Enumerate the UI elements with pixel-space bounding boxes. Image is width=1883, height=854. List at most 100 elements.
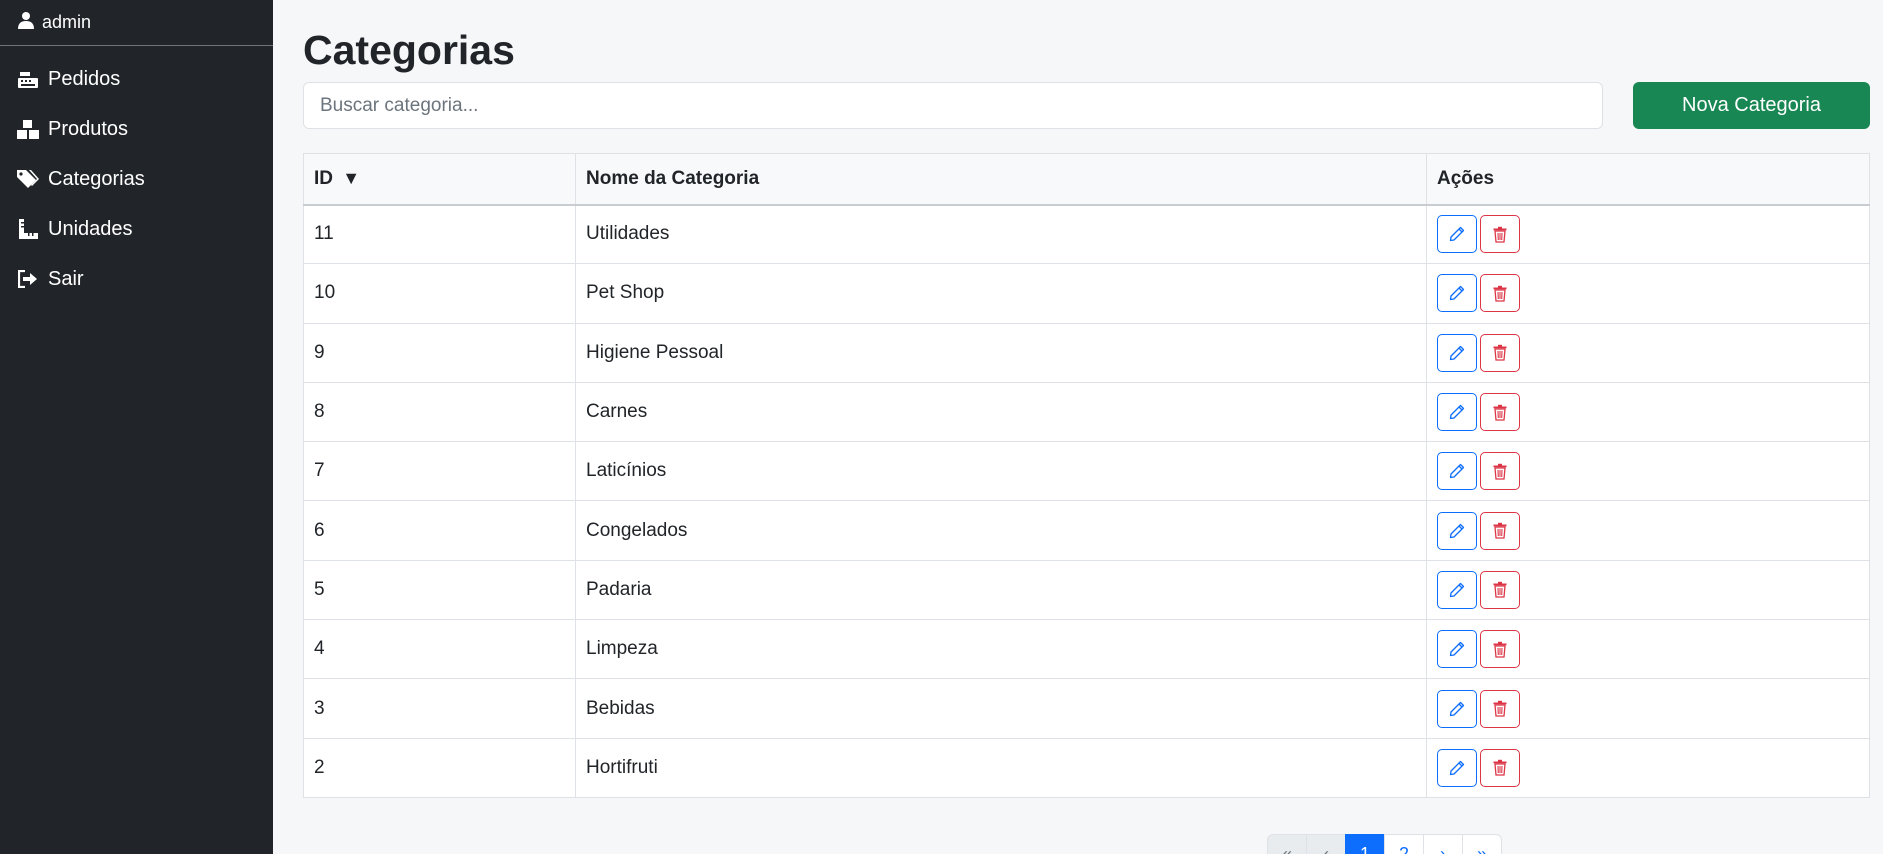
trash-icon (1492, 344, 1508, 361)
trash-icon (1492, 226, 1508, 243)
pencil-icon (1449, 523, 1465, 539)
column-header-name: Nome da Categoria (575, 153, 1427, 206)
delete-button[interactable] (1480, 689, 1520, 728)
cell-name: Hortifruti (575, 737, 1427, 798)
sign-out-icon (17, 268, 39, 290)
cell-actions (1426, 322, 1870, 383)
sidebar-item-produtos[interactable]: Produtos (0, 104, 273, 154)
pencil-icon (1449, 701, 1465, 717)
pencil-icon (1449, 404, 1465, 420)
cell-actions (1426, 500, 1870, 561)
boxes-icon (17, 118, 39, 140)
cell-actions (1426, 559, 1870, 621)
cell-actions (1426, 203, 1870, 265)
trash-icon (1492, 641, 1508, 658)
delete-button[interactable] (1480, 748, 1520, 787)
page-1-button[interactable]: 1 (1345, 834, 1385, 854)
pencil-icon (1449, 345, 1465, 361)
sidebar-item-label: Unidades (48, 217, 133, 240)
delete-button[interactable] (1480, 393, 1520, 432)
sidebar-item-sair[interactable]: Sair (0, 254, 273, 304)
sidebar-nav: Pedidos Produtos Categorias Unidades Sai… (0, 54, 273, 304)
pagination: « ‹ 1 2 › » (1267, 834, 1502, 854)
table-row: 11 Utilidades (303, 203, 1870, 265)
delete-button[interactable] (1480, 274, 1520, 313)
cell-actions (1426, 263, 1870, 324)
edit-button[interactable] (1437, 274, 1477, 313)
trash-icon (1492, 700, 1508, 717)
table-row: 2 Hortifruti (303, 737, 1870, 798)
cell-id: 4 (303, 619, 576, 680)
table-row: 7 Laticínios (303, 441, 1870, 502)
cell-name: Higiene Pessoal (575, 322, 1427, 383)
trash-icon (1492, 463, 1508, 480)
search-input[interactable] (303, 82, 1603, 129)
cash-register-icon (17, 68, 39, 90)
cell-id: 10 (303, 263, 576, 324)
sidebar-item-label: Categorias (48, 167, 145, 190)
pencil-icon (1449, 463, 1465, 479)
cell-name: Congelados (575, 500, 1427, 561)
edit-button[interactable] (1437, 689, 1477, 728)
page-2-button[interactable]: 2 (1384, 834, 1424, 854)
main-content: Categorias Nova Categoria ID ▼ Nome da C… (303, 0, 1870, 854)
sidebar-item-label: Produtos (48, 117, 129, 140)
cell-actions (1426, 737, 1870, 798)
delete-button[interactable] (1480, 215, 1520, 254)
cell-id: 11 (303, 203, 576, 265)
cell-actions (1426, 381, 1870, 443)
categories-table: ID ▼ Nome da Categoria Ações 11 Utilidade… (303, 153, 1870, 798)
delete-button[interactable] (1480, 511, 1520, 550)
tags-icon (17, 168, 39, 190)
new-category-button[interactable]: Nova Categoria (1633, 82, 1870, 129)
edit-button[interactable] (1437, 333, 1477, 372)
cell-actions (1426, 441, 1870, 502)
cell-name: Pet Shop (575, 263, 1427, 324)
sidebar-item-pedidos[interactable]: Pedidos (0, 54, 273, 104)
column-header-actions: Ações (1426, 153, 1870, 206)
edit-button[interactable] (1437, 215, 1477, 254)
cell-id: 7 (303, 441, 576, 502)
username: admin (42, 12, 92, 32)
sidebar: admin Pedidos Produtos Categorias Unidad… (0, 0, 273, 854)
page-last-button[interactable]: » (1462, 834, 1502, 854)
cell-name: Laticínios (575, 441, 1427, 502)
delete-button[interactable] (1480, 333, 1520, 372)
delete-button[interactable] (1480, 452, 1520, 491)
cell-name: Padaria (575, 559, 1427, 621)
delete-button[interactable] (1480, 570, 1520, 609)
delete-button[interactable] (1480, 630, 1520, 669)
page-first-button[interactable]: « (1267, 834, 1307, 854)
page-title: Categorias (303, 27, 515, 73)
table-row: 10 Pet Shop (303, 263, 1870, 324)
edit-button[interactable] (1437, 511, 1477, 550)
sidebar-item-categorias[interactable]: Categorias (0, 154, 273, 204)
edit-button[interactable] (1437, 570, 1477, 609)
page-prev-button[interactable]: ‹ (1306, 834, 1346, 854)
edit-button[interactable] (1437, 393, 1477, 432)
cell-name: Bebidas (575, 678, 1427, 739)
cell-name: Carnes (575, 381, 1427, 443)
cell-id: 2 (303, 737, 576, 798)
edit-button[interactable] (1437, 630, 1477, 669)
user-info: admin (0, 0, 273, 46)
column-header-id[interactable]: ID ▼ (303, 153, 576, 206)
cell-id: 5 (303, 559, 576, 621)
trash-icon (1492, 581, 1508, 599)
cell-actions (1426, 619, 1870, 680)
page-next-button[interactable]: › (1423, 834, 1463, 854)
sidebar-item-unidades[interactable]: Unidades (0, 204, 273, 254)
toolbar: Nova Categoria (303, 82, 1870, 132)
trash-icon (1492, 285, 1508, 302)
table-row: 5 Padaria (303, 559, 1870, 621)
table-row: 8 Carnes (303, 381, 1870, 443)
cell-id: 6 (303, 500, 576, 561)
cell-actions (1426, 678, 1870, 739)
pencil-icon (1449, 285, 1465, 301)
table-row: 9 Higiene Pessoal (303, 322, 1870, 383)
edit-button[interactable] (1437, 748, 1477, 787)
table-row: 4 Limpeza (303, 619, 1870, 680)
table-row: 3 Bebidas (303, 678, 1870, 739)
edit-button[interactable] (1437, 452, 1477, 491)
sort-desc-icon: ▼ (342, 167, 361, 188)
